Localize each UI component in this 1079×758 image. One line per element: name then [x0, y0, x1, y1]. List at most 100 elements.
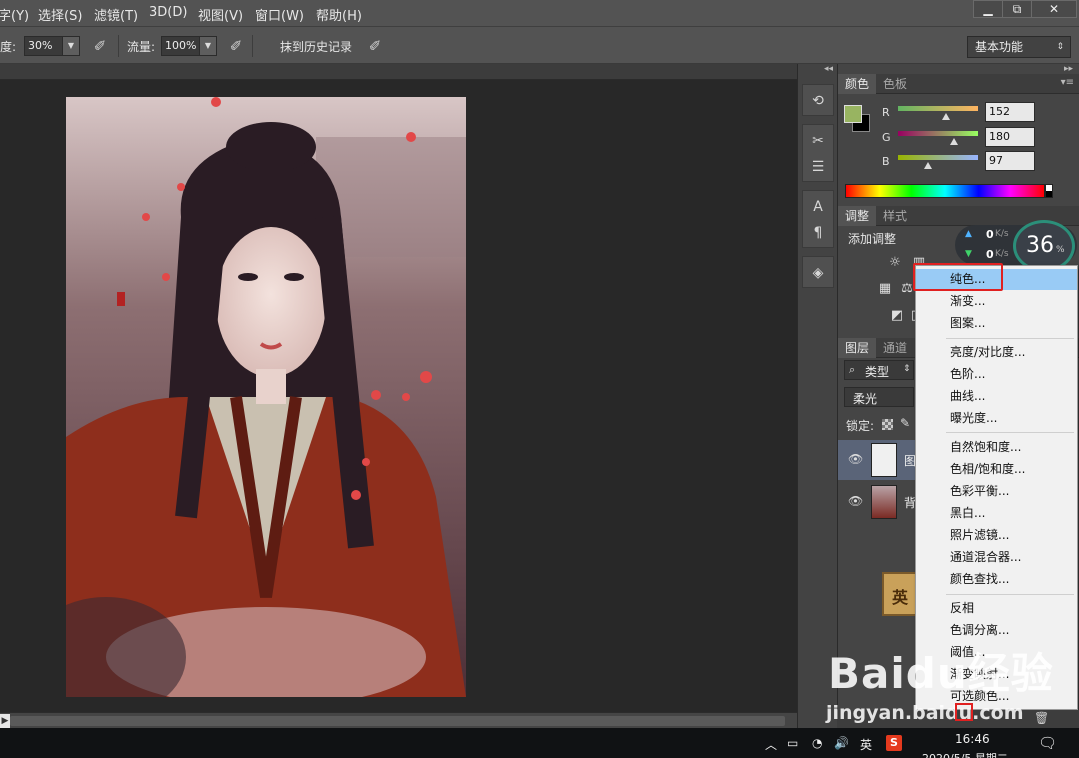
menu-item-hue-saturation[interactable]: 色相/饱和度...	[916, 459, 1077, 480]
horizontal-scrollbar[interactable]	[10, 716, 785, 726]
red-value[interactable]: 152	[985, 102, 1035, 122]
menu-item-levels[interactable]: 色阶...	[916, 364, 1077, 385]
download-unit: K/s	[995, 249, 1009, 259]
color-spectrum[interactable]	[845, 184, 1045, 198]
play-icon[interactable]: ▶	[0, 714, 10, 728]
photo-filter-icon[interactable]: ◩	[888, 307, 906, 325]
blue-value[interactable]: 97	[985, 151, 1035, 171]
colour-balance-icon[interactable]: ▦	[876, 280, 894, 298]
menu-item-black-white[interactable]: 黑白...	[916, 503, 1077, 524]
minimize-button[interactable]: ▁	[973, 0, 1003, 18]
download-arrow-icon: ▼	[965, 249, 972, 259]
options-bar: 度: 30% ▼ ✐ 流量: 100% ▼ ✐ 抹到历史记录 ✐ 基本功能 ⇕	[0, 26, 1079, 78]
menu-type[interactable]: 字(Y)	[0, 5, 29, 24]
menu-separator	[946, 594, 1074, 595]
menu-select[interactable]: 选择(S)	[38, 5, 82, 24]
menu-3d[interactable]: 3D(D)	[149, 5, 187, 20]
character-icon[interactable]: A	[805, 195, 831, 219]
collapse-icon[interactable]: ◂◂	[824, 64, 833, 74]
layer-row-1[interactable]: 👁 图	[838, 440, 918, 480]
menu-help[interactable]: 帮助(H)	[316, 5, 362, 24]
blend-mode-select[interactable]: 柔光	[844, 387, 914, 407]
lock-brush-icon[interactable]: ✎	[900, 416, 910, 430]
canvas-photo[interactable]	[66, 97, 466, 697]
blue-slider[interactable]	[898, 155, 978, 160]
eye-icon[interactable]: 👁	[848, 452, 863, 466]
menu-item-exposure[interactable]: 曝光度...	[916, 408, 1077, 429]
brightness-icon[interactable]: ☼	[886, 254, 904, 272]
pressure-opacity-icon[interactable]: ✐	[91, 37, 109, 55]
blue-label: B	[882, 155, 890, 168]
layer-thumbnail	[871, 485, 897, 519]
clock-time[interactable]: 16:46	[955, 732, 990, 746]
panel-menu-icon[interactable]: ▾≡	[1061, 77, 1074, 88]
airbrush-icon[interactable]: ✐	[227, 37, 245, 55]
volume-icon[interactable]: 🔊	[834, 736, 849, 750]
paragraph-icon[interactable]: ¶	[805, 221, 831, 245]
watermark-url: jingyan.baidu.com	[826, 702, 1024, 724]
opacity-dropdown[interactable]: ▼	[62, 36, 80, 56]
red-slider-thumb[interactable]	[942, 113, 950, 120]
menu-filter[interactable]: 滤镜(T)	[94, 5, 138, 24]
green-value[interactable]: 180	[985, 127, 1035, 147]
menu-window[interactable]: 窗口(W)	[255, 5, 304, 24]
green-slider-thumb[interactable]	[950, 138, 958, 145]
menu-item-vibrance[interactable]: 自然饱和度...	[916, 437, 1077, 458]
menu-item-curves[interactable]: 曲线...	[916, 386, 1077, 407]
brush-preset-icon[interactable]: ✂	[805, 129, 831, 153]
flow-dropdown[interactable]: ▼	[199, 36, 217, 56]
layer-row-2[interactable]: 👁 背	[838, 482, 918, 522]
notification-icon[interactable]: 🗨	[1038, 734, 1057, 752]
history-icon[interactable]: ⟲	[805, 89, 831, 113]
close-window-button[interactable]: ✕	[1031, 0, 1077, 18]
tab-adjustments[interactable]: 调整	[838, 206, 877, 226]
search-icon: ⌕	[849, 363, 856, 376]
menu-item-color-lookup[interactable]: 颜色查找...	[916, 569, 1077, 590]
ad-badge[interactable]: 英	[882, 572, 918, 616]
black-white-ramp[interactable]	[1045, 184, 1053, 198]
menu-bar: 字(Y) 选择(S) 滤镜(T) 3D(D) 视图(V) 窗口(W) 帮助(H)…	[0, 0, 1079, 26]
tab-styles[interactable]: 样式	[876, 206, 914, 226]
pressure-size-icon[interactable]: ✐	[366, 37, 384, 55]
restore-button[interactable]: ⧉	[1002, 0, 1032, 18]
sogou-ime-icon[interactable]: S	[886, 735, 902, 751]
opacity-field[interactable]: 30%	[24, 36, 64, 56]
taskbar: ︿ ▭ ◔ 🔊 英 S 16:46 2020/5/5 星期二 🗨	[0, 728, 1079, 758]
workspace-select[interactable]: 基本功能 ⇕	[967, 36, 1071, 58]
clock-date[interactable]: 2020/5/5 星期二	[922, 750, 1008, 758]
menu-item-channel-mixer[interactable]: 通道混合器...	[916, 547, 1077, 568]
add-adjustment-title: 添加调整	[848, 232, 897, 246]
menu-item-photo-filter[interactable]: 照片滤镜...	[916, 525, 1077, 546]
menu-item-posterize[interactable]: 色调分离...	[916, 620, 1077, 641]
3d-cube-icon[interactable]: ◈	[805, 261, 831, 285]
battery-icon[interactable]: ▭	[787, 736, 798, 750]
menu-separator	[946, 338, 1074, 339]
flow-field[interactable]: 100%	[161, 36, 201, 56]
tab-channels[interactable]: 通道	[876, 338, 914, 358]
foreground-swatch[interactable]	[844, 105, 862, 123]
red-slider[interactable]	[898, 106, 978, 111]
tray-expand-icon[interactable]: ︿	[765, 736, 777, 753]
brush-settings-icon[interactable]: ☰	[805, 155, 831, 179]
upload-arrow-icon: ▲	[965, 229, 972, 239]
panel-dock-strip: ◂◂ ⟲ ✂ ☰ A ¶ ◈	[797, 64, 837, 728]
menu-view[interactable]: 视图(V)	[198, 5, 243, 24]
flow-label: 流量:	[127, 40, 156, 54]
ime-label[interactable]: 英	[860, 736, 872, 753]
menu-item-brightness-contrast[interactable]: 亮度/对比度...	[916, 342, 1077, 363]
tab-layers[interactable]: 图层	[838, 338, 877, 358]
collapse-panels-icon[interactable]: ▸▸	[1064, 64, 1073, 74]
eye-icon[interactable]: 👁	[848, 494, 863, 508]
menu-item-pattern[interactable]: 图案...	[916, 313, 1077, 334]
lock-transparent-icon[interactable]	[882, 419, 893, 430]
workspace-label: 基本功能	[975, 40, 1024, 54]
menu-item-gradient[interactable]: 渐变...	[916, 291, 1077, 312]
layer-filter-select[interactable]: ⌕ 类型 ⇕	[844, 360, 914, 380]
menu-item-color-balance[interactable]: 色彩平衡...	[916, 481, 1077, 502]
tab-color[interactable]: 颜色	[838, 74, 877, 94]
tab-swatches[interactable]: 色板	[876, 74, 914, 94]
blue-slider-thumb[interactable]	[924, 162, 932, 169]
green-slider[interactable]	[898, 131, 978, 136]
menu-item-invert[interactable]: 反相	[916, 598, 1077, 619]
wifi-icon[interactable]: ◔	[812, 736, 822, 750]
